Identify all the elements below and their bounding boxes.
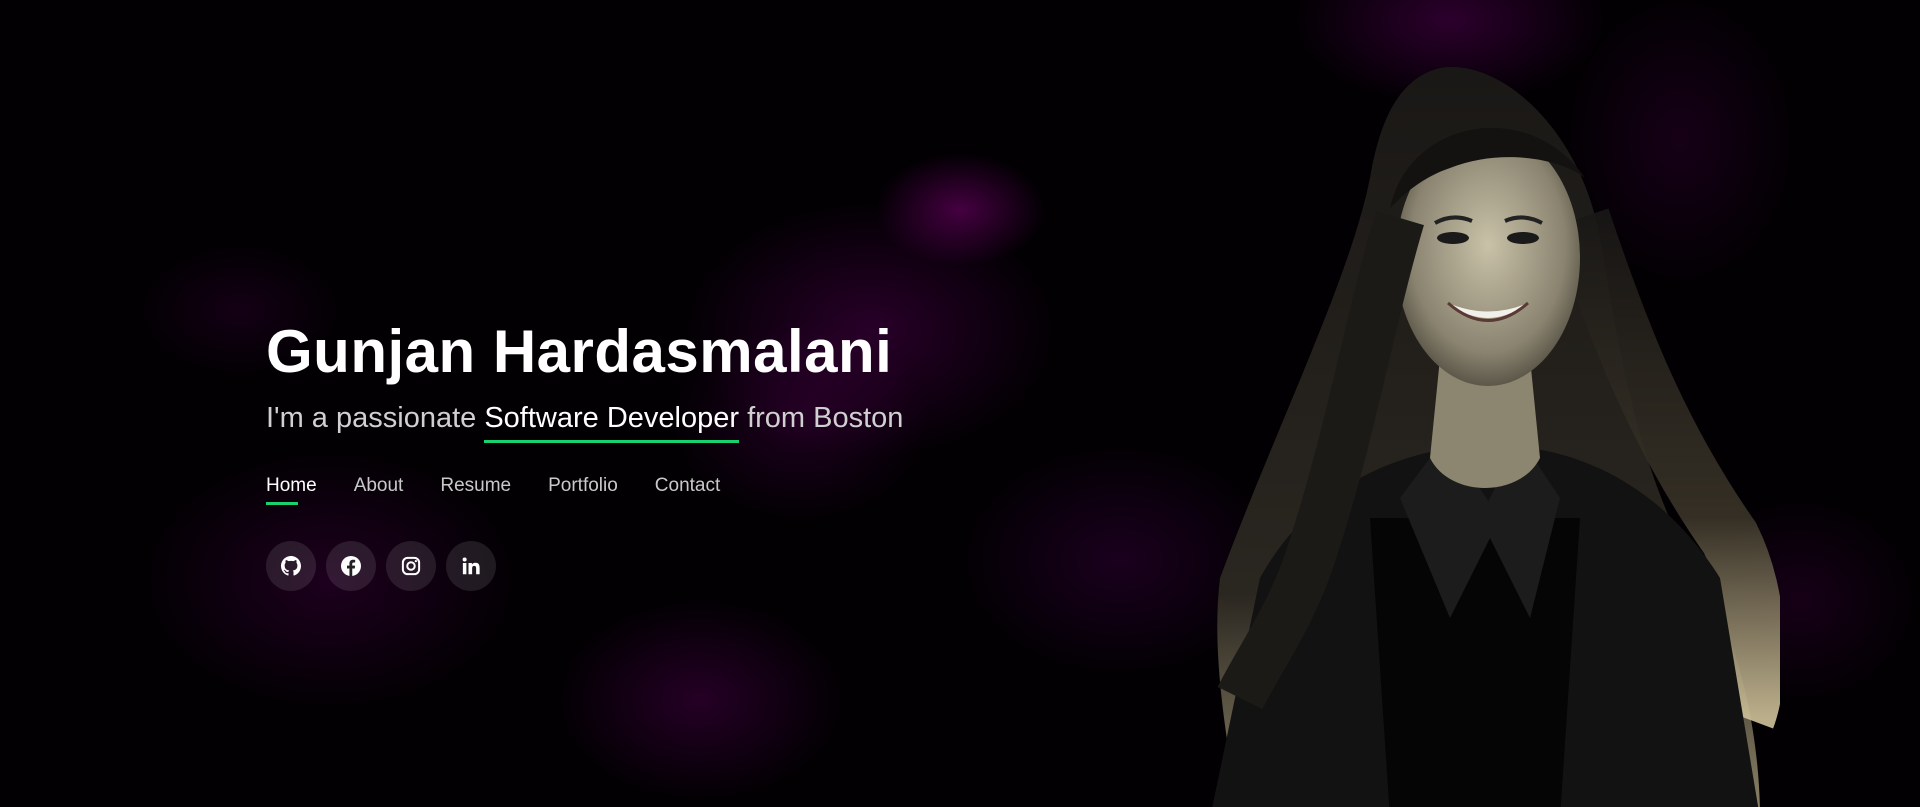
linkedin-icon — [462, 557, 480, 575]
nav-about[interactable]: About — [354, 475, 404, 505]
nav-portfolio[interactable]: Portfolio — [548, 475, 618, 505]
nav-contact[interactable]: Contact — [655, 475, 720, 505]
linkedin-link[interactable] — [446, 541, 496, 591]
social-links — [266, 541, 903, 591]
instagram-icon — [401, 556, 421, 576]
name-heading: Gunjan Hardasmalani — [266, 318, 893, 385]
typed-role: Software Developer — [484, 402, 739, 443]
intro-block: Gunjan Hardasmalani I'm a passionate Sof… — [266, 318, 903, 591]
hero-section: Gunjan Hardasmalani I'm a passionate Sof… — [0, 0, 1920, 807]
facebook-icon — [341, 556, 361, 576]
instagram-link[interactable] — [386, 541, 436, 591]
github-icon — [281, 556, 301, 576]
nav-resume[interactable]: Resume — [440, 475, 511, 505]
tagline-suffix: from Boston — [739, 402, 904, 434]
tagline-prefix: I'm a passionate — [266, 402, 485, 434]
main-nav: Home About Resume Portfolio Contact — [266, 475, 903, 505]
tagline: I'm a passionate Software Developer from… — [266, 402, 904, 443]
facebook-link[interactable] — [326, 541, 376, 591]
github-link[interactable] — [266, 541, 316, 591]
nav-home[interactable]: Home — [266, 475, 317, 505]
profile-photo — [1212, 67, 1780, 807]
